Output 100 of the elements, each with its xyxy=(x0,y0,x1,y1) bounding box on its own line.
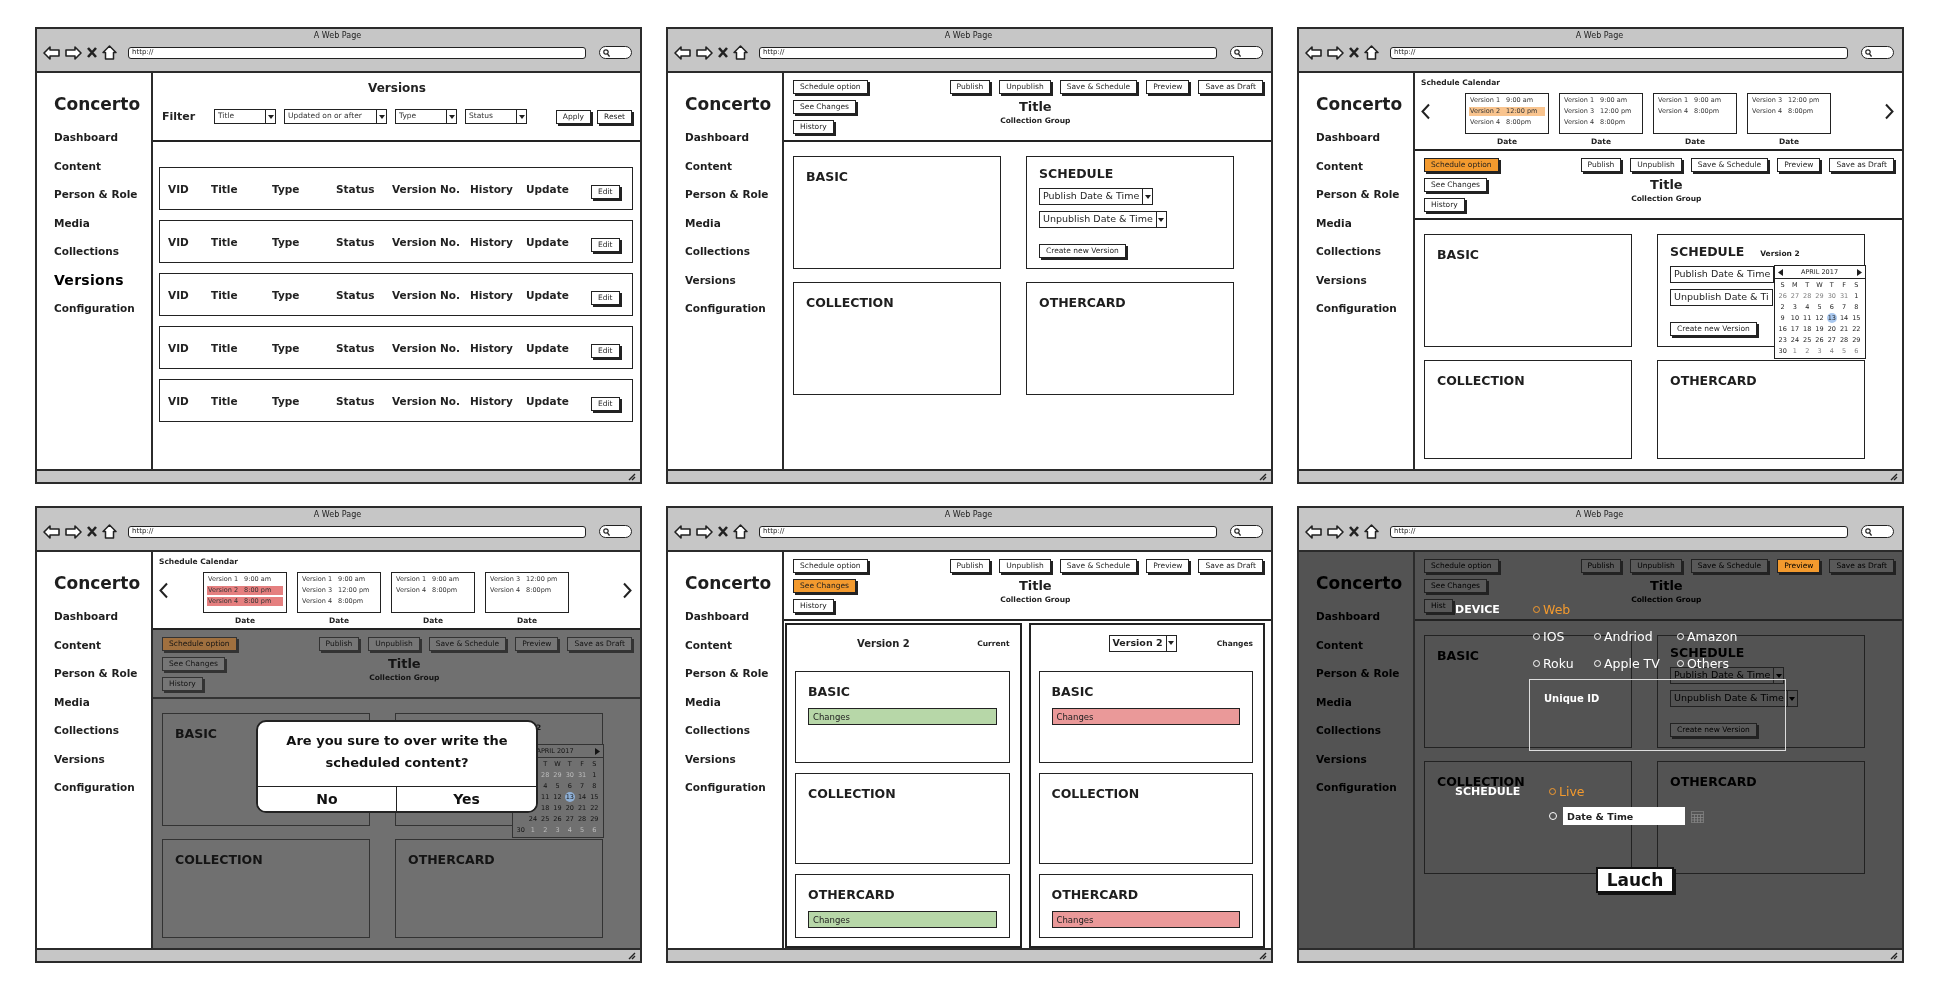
nav-item[interactable]: Person & Role xyxy=(54,659,138,688)
next-month-icon[interactable] xyxy=(1856,268,1862,276)
table-cell-text: History xyxy=(470,394,514,407)
nav-item[interactable]: Versions xyxy=(685,265,736,294)
date-time-dropdown[interactable]: Unpublish Date & Ti xyxy=(1670,289,1773,306)
nav-item[interactable]: Content xyxy=(54,151,102,180)
resize-grip-icon[interactable] xyxy=(1890,951,1898,960)
close-icon[interactable] xyxy=(87,526,97,537)
forward-arrow-icon[interactable] xyxy=(1327,524,1344,539)
nav-item[interactable]: Person & Role xyxy=(1316,180,1400,209)
home-icon[interactable] xyxy=(733,524,748,539)
radio-option[interactable]: Amazon xyxy=(1677,629,1738,644)
back-arrow-icon[interactable] xyxy=(43,524,60,539)
version-dropdown[interactable]: Version 2 xyxy=(1108,634,1177,652)
nav-item[interactable]: Dashboard xyxy=(685,123,750,152)
card-title: COLLECTION xyxy=(1051,785,1140,801)
date-time-dropdown[interactable]: Publish Date & Time xyxy=(1039,188,1154,205)
nav-item[interactable]: Versions xyxy=(54,744,105,773)
nav-item[interactable]: Versions xyxy=(685,744,736,773)
chevron-left-icon[interactable] xyxy=(1421,103,1431,120)
date-time-field[interactable]: Date & Time xyxy=(1563,807,1685,825)
back-arrow-icon[interactable] xyxy=(1305,45,1322,60)
forward-arrow-icon[interactable] xyxy=(1327,45,1344,60)
chevron-right-icon[interactable] xyxy=(622,582,632,599)
home-icon[interactable] xyxy=(1364,524,1379,539)
nav-item[interactable]: Media xyxy=(685,687,721,716)
resize-grip-icon[interactable] xyxy=(628,472,636,481)
radio-option[interactable]: Roku xyxy=(1533,656,1594,671)
content-title: Title xyxy=(1649,176,1683,194)
launch-button[interactable]: Lauch xyxy=(1596,867,1674,893)
forward-arrow-icon[interactable] xyxy=(696,524,713,539)
home-icon[interactable] xyxy=(102,45,117,60)
resize-grip-icon[interactable] xyxy=(1259,951,1267,960)
forward-arrow-icon[interactable] xyxy=(696,45,713,60)
home-icon[interactable] xyxy=(102,524,117,539)
nav-item[interactable]: Collections xyxy=(54,716,120,745)
nav-item[interactable]: Collections xyxy=(685,237,751,266)
table-cell-text: Version No. xyxy=(392,288,462,301)
close-icon[interactable] xyxy=(87,47,97,58)
nav-item[interactable]: Dashboard xyxy=(685,602,750,631)
search-field[interactable] xyxy=(1861,525,1894,538)
chevron-right-icon[interactable] xyxy=(1884,103,1894,120)
nav-item[interactable]: Configuration xyxy=(1316,294,1397,323)
radio-option[interactable]: IOS xyxy=(1533,629,1594,644)
nav-item[interactable]: Content xyxy=(685,630,733,659)
nav-item[interactable]: Versions xyxy=(1316,265,1367,294)
nav-item[interactable]: Dashboard xyxy=(54,123,119,152)
nav-item[interactable]: Configuration xyxy=(54,773,135,802)
chevron-left-icon[interactable] xyxy=(159,582,169,599)
search-field[interactable] xyxy=(1230,525,1263,538)
nav-item[interactable]: Media xyxy=(54,687,90,716)
nav-item[interactable]: Media xyxy=(1316,208,1352,237)
home-icon[interactable] xyxy=(733,45,748,60)
search-icon xyxy=(1865,48,1872,57)
radio-option[interactable]: Andriod xyxy=(1594,629,1677,644)
nav-item[interactable]: Configuration xyxy=(54,294,135,323)
nav-item[interactable]: Content xyxy=(685,151,733,180)
forward-arrow-icon[interactable] xyxy=(65,45,82,60)
card-title: BASIC xyxy=(1051,684,1094,699)
resize-grip-icon[interactable] xyxy=(628,951,636,960)
nav-item[interactable]: Collections xyxy=(54,237,120,266)
nav-item[interactable]: Person & Role xyxy=(685,659,769,688)
nav-item[interactable]: Content xyxy=(1316,151,1364,180)
resize-grip-icon[interactable] xyxy=(1890,472,1898,481)
card-title: COLLECTION xyxy=(806,295,894,310)
home-icon[interactable] xyxy=(1364,45,1379,60)
nav-item[interactable]: Media xyxy=(685,208,721,237)
dialog-button[interactable]: No xyxy=(258,787,397,811)
back-arrow-icon[interactable] xyxy=(43,45,60,60)
search-field[interactable] xyxy=(599,46,632,59)
nav-item[interactable]: Configuration xyxy=(685,773,766,802)
back-arrow-icon[interactable] xyxy=(674,45,691,60)
previous-month-icon[interactable] xyxy=(1777,268,1783,276)
date-time-dropdown[interactable]: Unpublish Date & Time xyxy=(1039,211,1167,228)
nav-item[interactable]: Media xyxy=(54,208,90,237)
resize-grip-icon[interactable] xyxy=(1259,472,1267,481)
nav-item[interactable]: Configuration xyxy=(685,294,766,323)
close-icon[interactable] xyxy=(718,47,728,58)
search-field[interactable] xyxy=(599,525,632,538)
close-icon[interactable] xyxy=(1349,526,1359,537)
date-time-dropdown[interactable]: Publish Date & Time xyxy=(1670,266,1775,283)
close-icon[interactable] xyxy=(1349,47,1359,58)
close-icon[interactable] xyxy=(718,526,728,537)
back-arrow-icon[interactable] xyxy=(674,524,691,539)
nav-item[interactable]: Content xyxy=(54,630,102,659)
nav-item[interactable]: Person & Role xyxy=(54,180,138,209)
card-title: BASIC xyxy=(175,726,218,741)
nav-item[interactable]: Collections xyxy=(1316,237,1382,266)
nav-item[interactable]: Dashboard xyxy=(54,602,119,631)
forward-arrow-icon[interactable] xyxy=(65,524,82,539)
radio-option[interactable]: Web xyxy=(1533,602,1571,617)
back-arrow-icon[interactable] xyxy=(1305,524,1322,539)
nav-item[interactable]: Person & Role xyxy=(685,180,769,209)
search-field[interactable] xyxy=(1861,46,1894,59)
nav-item[interactable]: Collections xyxy=(685,716,751,745)
nav-item[interactable]: Versions xyxy=(54,265,124,294)
card-title: OTHERCARD xyxy=(808,887,895,902)
nav-item[interactable]: Dashboard xyxy=(1316,123,1381,152)
radio-option[interactable]: Live xyxy=(1549,784,1585,799)
search-field[interactable] xyxy=(1230,46,1263,59)
